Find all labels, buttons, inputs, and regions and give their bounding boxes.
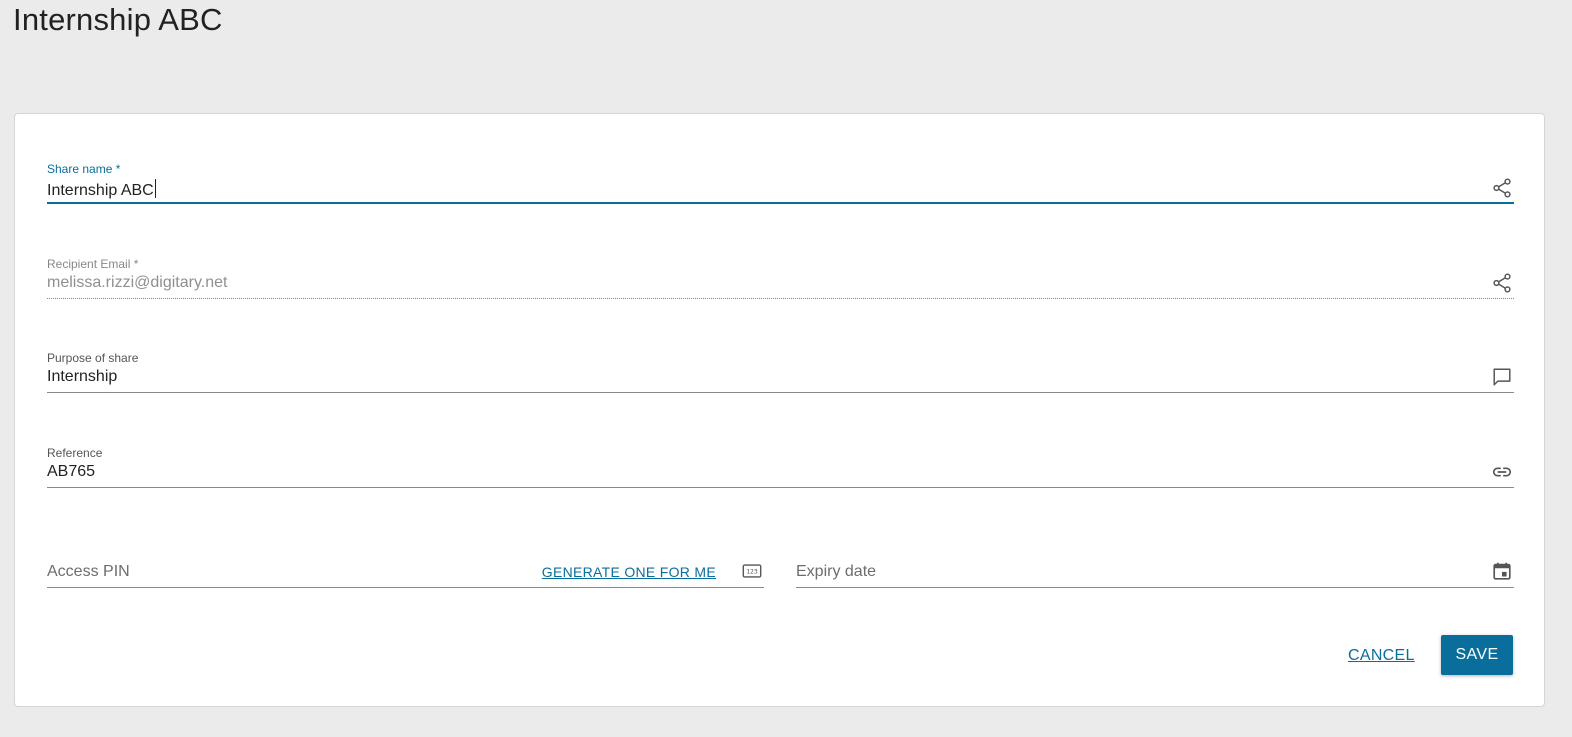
link-icon [1490,460,1514,484]
text-caret [154,179,156,198]
expiry-date-input[interactable]: Expiry date [796,563,876,581]
purpose-underline [47,392,1514,393]
reference-field[interactable]: Reference AB765 [47,446,1514,490]
svg-text:123: 123 [746,567,758,575]
share-name-label: Share name * [47,162,121,176]
purpose-field[interactable]: Purpose of share Internship [47,351,1514,395]
recipient-email-field[interactable]: Recipient Email * melissa.rizzi@digitary… [47,257,1514,301]
share-name-field[interactable]: Share name * Internship ABC [47,162,1514,206]
access-pin-field[interactable]: Access PIN GENERATE ONE FOR ME 123 [47,563,764,589]
expiry-date-field[interactable]: Expiry date [796,562,1514,589]
generate-pin-link[interactable]: GENERATE ONE FOR ME [542,564,716,580]
calendar-icon[interactable] [1490,559,1514,583]
comment-icon [1490,365,1514,389]
share-icon [1490,176,1514,200]
share-name-value: Internship ABC [47,182,154,199]
numeric-keypad-icon[interactable]: 123 [740,559,764,583]
save-button[interactable]: SAVE [1441,635,1513,675]
share-name-underline [47,202,1514,204]
expiry-date-underline [796,587,1514,588]
share-form-card: Share name * Internship ABC Recipient Em… [14,113,1545,707]
purpose-input[interactable]: Internship [47,368,117,386]
recipient-email-label: Recipient Email * [47,257,139,271]
recipient-email-underline [47,298,1514,300]
recipient-email-input[interactable]: melissa.rizzi@digitary.net [47,274,227,292]
page-title: Internship ABC [13,2,223,37]
cancel-button[interactable]: CANCEL [1348,647,1415,665]
access-pin-input[interactable]: Access PIN [47,563,130,581]
reference-label: Reference [47,446,103,460]
reference-underline [47,487,1514,488]
share-name-input[interactable]: Internship ABC [47,179,156,200]
reference-input[interactable]: AB765 [47,463,95,481]
share-icon [1490,271,1514,295]
access-pin-underline [47,587,764,588]
purpose-label: Purpose of share [47,351,139,365]
